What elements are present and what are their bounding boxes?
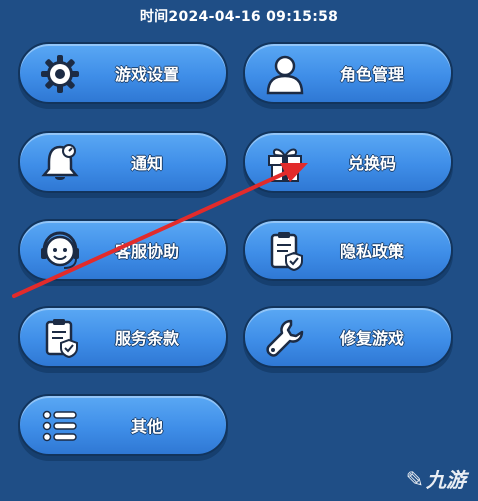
bell-icon [38, 141, 82, 185]
logo-icon: ✎ [405, 468, 424, 493]
list-icon [38, 404, 82, 448]
watermark-logo: ✎ 九游 [406, 464, 466, 493]
repair-game-label: 修复游戏 [339, 329, 404, 348]
customer-service-button[interactable]: 客服协助 [18, 219, 228, 281]
timestamp: 时间2024-04-16 09:15:58 [139, 9, 339, 25]
role-management-button[interactable]: 角色管理 [243, 42, 453, 104]
user-icon [263, 52, 307, 96]
terms-of-service-label: 服务条款 [114, 329, 179, 348]
watermark-text: 九游 [426, 468, 466, 492]
shield-document-icon [38, 316, 82, 360]
other-button[interactable]: 其他 [18, 394, 228, 456]
game-settings-button[interactable]: 游戏设置 [18, 42, 228, 104]
shield-document-icon [263, 229, 307, 273]
wrench-icon [263, 316, 307, 360]
role-management-label: 角色管理 [339, 65, 404, 84]
headset-icon [38, 229, 82, 273]
terms-of-service-button[interactable]: 服务条款 [18, 306, 228, 368]
gear-icon [38, 52, 82, 96]
gift-icon [263, 141, 307, 185]
redeem-code-button[interactable]: 兑换码 [243, 131, 453, 193]
notice-label: 通知 [130, 154, 163, 173]
game-settings-label: 游戏设置 [114, 65, 179, 84]
redeem-code-label: 兑换码 [347, 154, 396, 173]
notice-button[interactable]: 通知 [18, 131, 228, 193]
privacy-policy-button[interactable]: 隐私政策 [243, 219, 453, 281]
repair-game-button[interactable]: 修复游戏 [243, 306, 453, 368]
other-label: 其他 [130, 417, 163, 436]
privacy-policy-label: 隐私政策 [339, 242, 404, 261]
customer-service-label: 客服协助 [114, 242, 179, 261]
